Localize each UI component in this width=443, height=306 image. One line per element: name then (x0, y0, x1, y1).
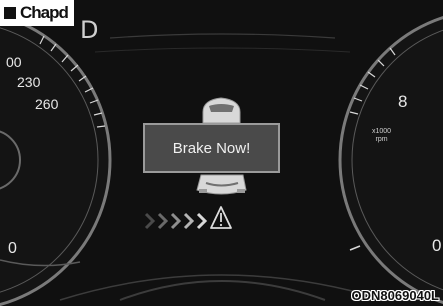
cluster-frame: 00 230 260 0 8 x1000 rpm 0 D Brake Now! (0, 0, 443, 306)
rpm-bottom-mark: 0 (432, 236, 442, 255)
own-vehicle-graphic (196, 174, 247, 195)
speed-mark: 230 (17, 74, 41, 90)
top-arc-line-inner (94, 47, 351, 53)
speed-mark: 00 (6, 54, 22, 70)
top-arc-line (109, 33, 336, 39)
tachometer-gauge (338, 15, 443, 305)
speed-bottom-mark: 0 (8, 240, 17, 257)
rpm-unit-multiplier: x1000 (372, 128, 392, 135)
alert-message: Brake Now! (172, 139, 251, 157)
forward-chevrons-icon (144, 212, 208, 230)
speed-mark: 260 (35, 96, 59, 112)
road-lane-lines (59, 274, 386, 301)
rpm-mark: 8 (398, 92, 408, 111)
figure-code: ODN8069040L (351, 288, 439, 303)
instrument-cluster-display: 00 230 260 0 8 x1000 rpm 0 D Brake Now! … (0, 0, 443, 306)
chapter-label-text: Chapd (20, 3, 69, 22)
gear-indicator: D (80, 16, 99, 44)
rpm-unit-label: x1000 rpm (372, 128, 391, 144)
brake-alert-box: Brake Now! (143, 123, 280, 173)
chapter-label-tag: Chapd (0, 0, 74, 26)
label-square-icon (4, 7, 16, 19)
lead-vehicle-graphic (202, 97, 241, 124)
warning-triangle-icon (210, 206, 232, 229)
rpm-unit-text: rpm (375, 136, 388, 143)
